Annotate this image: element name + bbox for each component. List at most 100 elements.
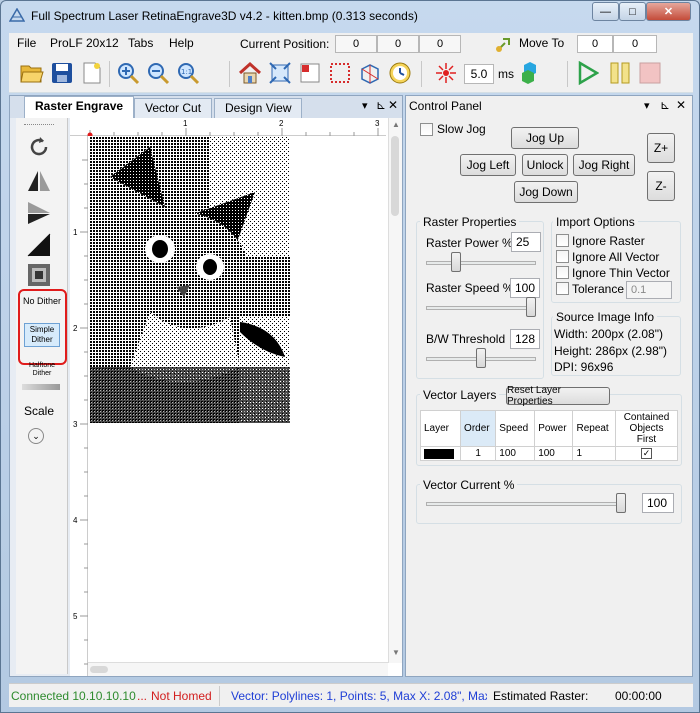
layer-speed-cell[interactable]: 100 [495,446,536,461]
dotted-frame-icon [330,63,350,83]
ruler-left-label-3: 3 [73,420,78,429]
reset-layer-properties-button[interactable]: Reset Layer Properties [506,385,610,407]
flip-horizontal-icon[interactable] [26,168,52,194]
control-panel-close-icon[interactable]: ✕ [676,98,686,112]
table-row[interactable]: 1 100 100 1 ✓ [419,446,678,461]
save-button[interactable] [49,60,75,86]
bw-threshold-input[interactable]: 128 [510,329,540,349]
position-x-field: 0 [335,35,377,53]
horizontal-scrollbar[interactable] [88,662,388,676]
raster-power-slider-track[interactable] [426,261,536,265]
pause-button[interactable] [607,60,633,86]
ignore-raster-checkbox[interactable] [556,234,569,247]
design-canvas[interactable]: 1 2 3 1 2 3 4 5 ▲ ▼ [70,118,402,676]
tolerance-checkbox[interactable] [556,282,569,295]
fire-duration-input[interactable]: 5.0 [464,64,494,84]
menu-help[interactable]: Help [169,36,194,50]
home-button[interactable] [237,60,263,86]
z-up-button[interactable]: Z+ [647,133,675,163]
3d-view-button[interactable] [357,60,383,86]
dotted-frame-button[interactable] [327,60,353,86]
scroll-up-icon[interactable]: ▲ [392,120,400,129]
simple-dither-button[interactable]: Simple Dither [24,323,60,347]
raster-speed-slider-thumb[interactable] [526,297,536,317]
unlock-button[interactable]: Unlock [522,154,568,176]
raster-power-input[interactable]: 25 [511,232,541,252]
control-panel-dropdown-icon[interactable]: ▾ [644,99,650,112]
contained-objects-first-cell[interactable]: ✓ [615,446,678,461]
frame-button[interactable] [297,60,323,86]
ignore-raster-label: Ignore Raster [572,234,645,248]
pane-dropdown-icon[interactable]: ▾ [362,99,368,112]
raster-power-slider-thumb[interactable] [451,252,461,272]
bw-threshold-slider-thumb[interactable] [476,348,486,368]
jog-up-button[interactable]: Jog Up [511,127,579,149]
column-order[interactable]: Order [460,410,497,447]
rotate-icon[interactable] [26,134,52,160]
layer-repeat-cell[interactable]: 1 [572,446,616,461]
layer-color-cell[interactable] [419,446,462,461]
vertical-scroll-thumb[interactable] [391,136,399,216]
scale-expand-icon[interactable]: ⌄ [28,428,44,444]
laser-fire-button[interactable] [433,60,459,86]
control-panel-pin-icon[interactable]: ⊾ [660,98,670,112]
tab-raster-engrave[interactable]: Raster Engrave [24,96,135,118]
maximize-button[interactable]: □ [619,2,646,21]
jog-down-button[interactable]: Jog Down [514,181,578,203]
ignore-all-vector-checkbox[interactable] [556,250,569,263]
minimize-button[interactable]: — [592,2,619,21]
workspace-pane: Raster Engrave Vector Cut Design View ▾ … [9,95,403,677]
halftone-dither-button[interactable]: Halftone Dither [22,362,62,378]
jog-left-button[interactable]: Jog Left [460,154,516,176]
vector-current-slider-track[interactable] [426,502,626,506]
vector-current-input[interactable]: 100 [642,493,674,513]
menu-file[interactable]: File [17,36,36,50]
move-x-input[interactable]: 0 [577,35,613,53]
raster-speed-slider-track[interactable] [426,306,536,310]
close-icon: ✕ [663,6,674,18]
tab-design-view[interactable]: Design View [214,98,303,118]
stop-button[interactable] [637,60,663,86]
timer-button[interactable] [387,60,413,86]
horizontal-scroll-thumb[interactable] [90,666,108,673]
menu-tabs[interactable]: Tabs [128,36,153,50]
jog-right-button[interactable]: Jog Right [573,154,635,176]
open-button[interactable] [19,60,45,86]
menu-prolf[interactable]: ProLF 20x12 [50,36,119,50]
no-dither-button[interactable]: No Dither [22,296,62,306]
ignore-all-vector-label: Ignore All Vector [572,250,660,264]
grayscale-icon[interactable] [26,262,52,288]
layer-order-cell[interactable]: 1 [460,446,497,461]
dither-slider[interactable] [22,384,60,390]
checkbox-checked-icon[interactable]: ✓ [641,448,652,459]
status-dots: ... [137,689,148,703]
connect-button[interactable] [517,60,543,86]
flip-vertical-icon[interactable] [26,200,52,226]
run-button[interactable] [575,60,601,86]
vector-layers-table: Layer Order Speed Power Repeat Contained… [419,410,678,461]
window-title: Full Spectrum Laser RetinaEngrave3D v4.2… [31,9,418,23]
scroll-down-icon[interactable]: ▼ [392,648,400,657]
close-button[interactable]: ✕ [646,2,691,21]
zoom-out-button[interactable] [145,60,171,86]
layer-power-cell[interactable]: 100 [534,446,574,461]
zoom-actual-button[interactable]: 1:1 [175,60,201,86]
vector-current-slider-thumb[interactable] [616,493,626,513]
new-button[interactable] [79,60,105,86]
invert-icon[interactable] [26,232,52,258]
zoom-in-button[interactable] [115,60,141,86]
ignore-thin-vector-checkbox[interactable] [556,266,569,279]
slow-jog-checkbox[interactable] [420,123,433,136]
pane-close-icon[interactable]: ✕ [388,98,398,112]
raster-speed-input[interactable]: 100 [510,278,540,298]
tolerance-input[interactable]: 0.1 [626,281,672,299]
move-to-icon[interactable] [495,35,513,53]
pane-pin-icon[interactable]: ⊾ [376,98,386,112]
fit-to-window-button[interactable] [267,60,293,86]
move-y-input[interactable]: 0 [613,35,657,53]
tab-vector-cut[interactable]: Vector Cut [134,98,213,118]
vertical-scrollbar[interactable]: ▲ ▼ [388,118,402,663]
column-speed: Speed [495,410,536,447]
homed-status: Not Homed [151,689,212,703]
z-down-button[interactable]: Z- [647,171,675,201]
